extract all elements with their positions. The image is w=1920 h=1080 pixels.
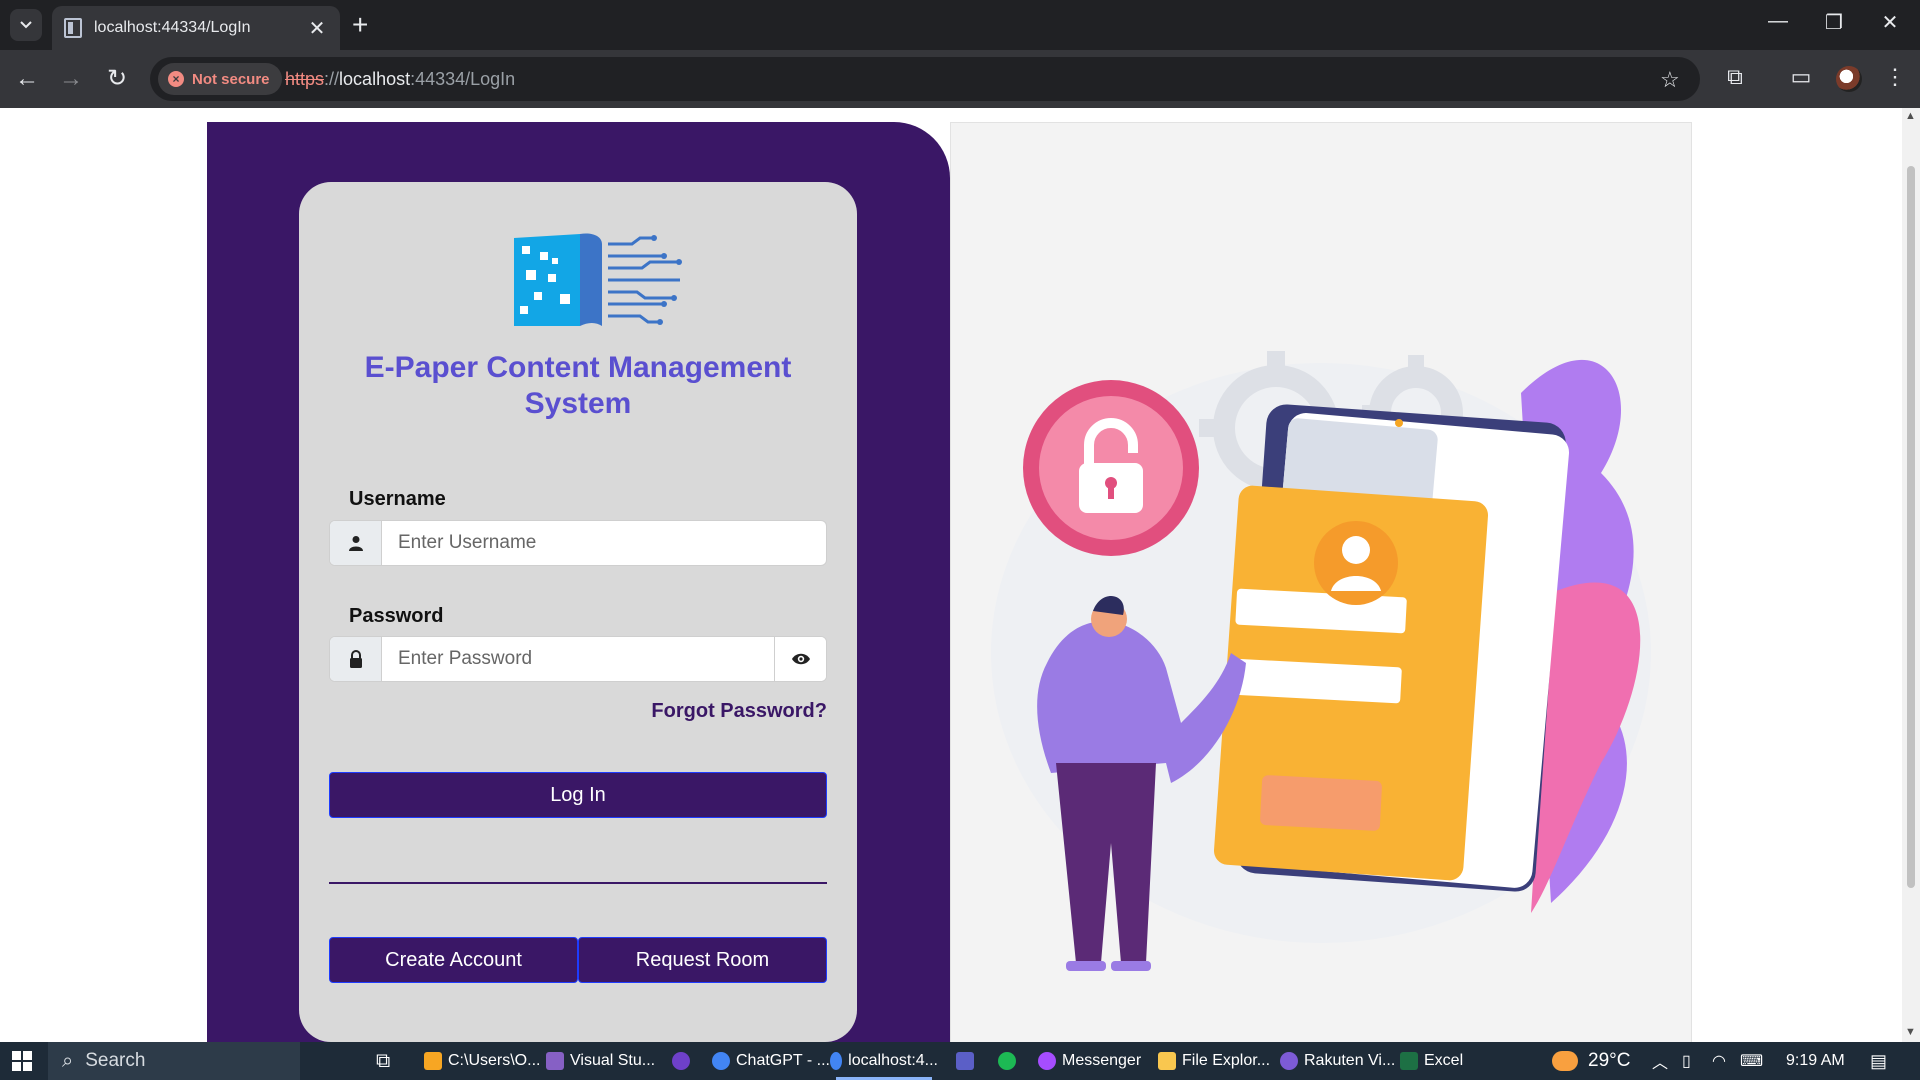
user-icon xyxy=(330,521,382,565)
search-icon: ⌕ xyxy=(62,1049,74,1072)
request-room-button[interactable]: Request Room xyxy=(578,937,827,983)
username-input[interactable] xyxy=(382,521,826,565)
windows-taskbar: ⌕ Search ⧉ C:\Users\O... Visual Stu... C… xyxy=(0,1042,1920,1080)
restore-icon[interactable]: ❐ xyxy=(1814,10,1854,35)
close-window-icon[interactable]: ✕ xyxy=(1870,10,1910,35)
more-menu-icon[interactable]: ⋮ xyxy=(1880,64,1910,90)
wifi-icon[interactable]: ◠ xyxy=(1712,1042,1726,1080)
forward-icon[interactable]: → xyxy=(56,65,86,95)
taskbar-app-file-explorer[interactable]: File Explor... xyxy=(1158,1042,1270,1080)
warning-icon: × xyxy=(168,71,184,87)
tray-chevron-up-icon[interactable]: ︿ xyxy=(1652,1042,1668,1080)
divider xyxy=(329,882,827,884)
chevron-down-icon xyxy=(20,21,32,29)
login-card: E-Paper Content Management System Userna… xyxy=(299,182,857,1042)
tab-title: localhost:44334/LogIn xyxy=(94,19,251,36)
scroll-down-icon[interactable]: ▼ xyxy=(1905,1026,1916,1038)
taskbar-app-excel[interactable]: Excel xyxy=(1400,1042,1463,1080)
taskbar-app-localhost[interactable]: localhost:4... xyxy=(830,1042,938,1080)
new-tab-button[interactable]: + xyxy=(352,10,368,40)
scroll-thumb[interactable] xyxy=(1907,166,1915,888)
taskbar-app-messenger[interactable]: Messenger xyxy=(1038,1042,1141,1080)
login-illustration xyxy=(991,351,1651,971)
keyboard-icon[interactable]: ⌨ xyxy=(1740,1042,1763,1080)
profile-avatar[interactable] xyxy=(1836,66,1862,92)
url-text[interactable]: https://localhost:44334/LogIn xyxy=(285,69,515,90)
browser-toolbar: ← → ↻ × Not secure https://localhost:443… xyxy=(0,50,1920,108)
taskbar-app-visual-studio[interactable]: Visual Stu... xyxy=(546,1042,655,1080)
extensions-icon[interactable]: ⧉ xyxy=(1720,64,1750,90)
taskbar-search[interactable]: ⌕ Search xyxy=(48,1042,300,1080)
tray-icon-device[interactable]: ▯ xyxy=(1682,1042,1691,1080)
close-tab-icon[interactable]: ✕ xyxy=(306,16,328,41)
weather-icon xyxy=(1552,1051,1578,1071)
taskbar-app-chatgpt[interactable]: ChatGPT - ... xyxy=(712,1042,830,1080)
taskbar-app-spotify[interactable] xyxy=(998,1042,1022,1080)
security-label: Not secure xyxy=(192,70,270,88)
weather-widget[interactable]: 29°C xyxy=(1552,1042,1630,1080)
page-content: E-Paper Content Management System Userna… xyxy=(0,108,1920,1042)
minimize-icon[interactable]: — xyxy=(1758,10,1798,33)
forgot-password-link[interactable]: Forgot Password? xyxy=(651,700,827,723)
notifications-icon[interactable]: ▤ xyxy=(1870,1042,1887,1080)
username-label: Username xyxy=(349,488,446,510)
password-field xyxy=(329,636,827,682)
clock[interactable]: 9:19 AM xyxy=(1786,1042,1845,1080)
page-icon xyxy=(64,18,82,38)
epaper-logo-icon xyxy=(514,233,682,326)
show-password-eye-icon[interactable] xyxy=(774,637,826,681)
reload-icon[interactable]: ↻ xyxy=(102,65,132,95)
login-button[interactable]: Log In xyxy=(329,772,827,818)
password-label: Password xyxy=(349,605,444,627)
security-chip[interactable]: × Not secure xyxy=(158,63,282,95)
illustration-panel xyxy=(950,122,1692,1042)
tab-search-button[interactable] xyxy=(10,9,42,41)
scroll-up-icon[interactable]: ▲ xyxy=(1905,110,1916,122)
password-input[interactable] xyxy=(382,637,774,681)
cast-icon[interactable]: ▭ xyxy=(1786,64,1816,90)
lock-icon xyxy=(330,637,382,681)
task-view-icon[interactable]: ⧉ xyxy=(376,1042,390,1080)
browser-tab[interactable]: localhost:44334/LogIn ✕ xyxy=(52,6,340,50)
username-field xyxy=(329,520,827,566)
address-bar[interactable]: × Not secure https://localhost:44334/Log… xyxy=(150,57,1700,101)
browser-titlebar: localhost:44334/LogIn ✕ + — ❐ ✕ xyxy=(0,0,1920,50)
search-label: Search xyxy=(85,1050,146,1071)
app-title: E-Paper Content Management System xyxy=(364,351,792,420)
start-button[interactable] xyxy=(12,1042,32,1080)
bookmark-star-icon[interactable]: ☆ xyxy=(1660,67,1680,93)
windows-logo-icon xyxy=(12,1051,32,1071)
back-icon[interactable]: ← xyxy=(12,65,42,95)
taskbar-app-rakuten[interactable]: Rakuten Vi... xyxy=(1280,1042,1395,1080)
taskbar-app-explorer-path[interactable]: C:\Users\O... xyxy=(424,1042,540,1080)
taskbar-app-teams[interactable] xyxy=(956,1042,980,1080)
page-scrollbar[interactable]: ▲ ▼ xyxy=(1902,108,1920,1042)
taskbar-app-github[interactable] xyxy=(672,1042,696,1080)
create-account-button[interactable]: Create Account xyxy=(329,937,578,983)
